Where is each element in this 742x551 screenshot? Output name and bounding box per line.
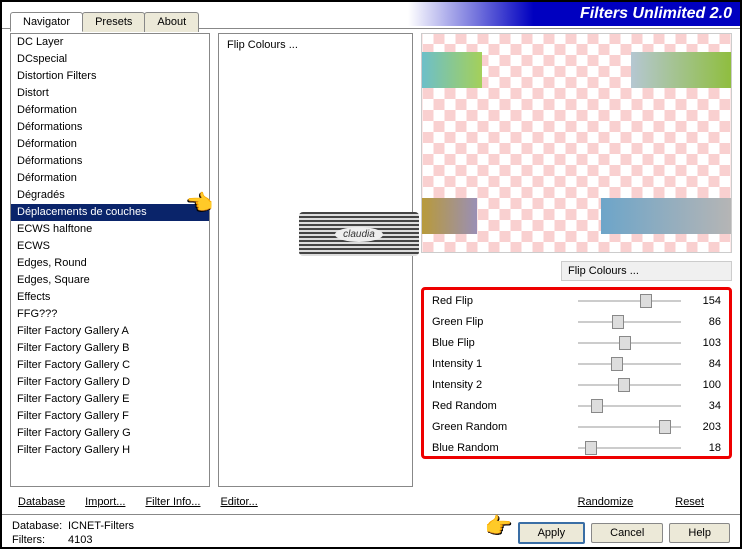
param-slider[interactable] xyxy=(578,342,681,344)
db-label: Database: xyxy=(12,519,68,533)
watermark-stamp: claudia xyxy=(299,212,419,256)
nav-item[interactable]: Edges, Square xyxy=(11,272,209,289)
help-button[interactable]: Help xyxy=(669,523,730,543)
preview-swatch xyxy=(631,52,731,88)
filters-value: 4103 xyxy=(68,534,92,546)
tab-navigator[interactable]: Navigator xyxy=(10,12,83,32)
nav-item[interactable]: Déformation xyxy=(11,136,209,153)
param-value: 86 xyxy=(687,316,721,328)
import-button[interactable]: Import... xyxy=(79,496,131,508)
param-row: Red Flip 154 xyxy=(424,290,729,311)
param-row: Blue Flip 103 xyxy=(424,332,729,353)
nav-item[interactable]: Déformation xyxy=(11,170,209,187)
param-value: 154 xyxy=(687,295,721,307)
nav-item[interactable]: DCspecial xyxy=(11,51,209,68)
param-row: Red Random 34 xyxy=(424,395,729,416)
nav-item[interactable]: FFG??? xyxy=(11,306,209,323)
nav-item[interactable]: Déformations xyxy=(11,153,209,170)
param-slider[interactable] xyxy=(578,384,681,386)
nav-item[interactable]: Effects xyxy=(11,289,209,306)
param-value: 84 xyxy=(687,358,721,370)
effect-name-label: Flip Colours ... xyxy=(561,261,732,281)
filters-label: Filters: xyxy=(12,533,68,547)
footer-info: Database:ICNET-Filters Filters:4103 xyxy=(12,519,134,547)
db-value: ICNET-Filters xyxy=(68,520,134,532)
param-value: 34 xyxy=(687,400,721,412)
nav-item[interactable]: Edges, Round xyxy=(11,255,209,272)
nav-item[interactable]: Filter Factory Gallery H xyxy=(11,442,209,459)
toolbar-row: Database Import... Filter Info... Editor… xyxy=(2,490,740,514)
param-label: Intensity 2 xyxy=(432,379,572,391)
nav-item[interactable]: Distortion Filters xyxy=(11,68,209,85)
nav-item[interactable]: Filter Factory Gallery A xyxy=(11,323,209,340)
param-slider[interactable] xyxy=(578,321,681,323)
param-value: 203 xyxy=(687,421,721,433)
nav-item[interactable]: Déformation xyxy=(11,102,209,119)
nav-item[interactable]: Déformations xyxy=(11,119,209,136)
nav-item[interactable]: Filter Factory Gallery D xyxy=(11,374,209,391)
param-label: Blue Random xyxy=(432,442,572,454)
preview-swatch xyxy=(422,198,477,234)
filter-list-item[interactable]: Flip Colours ... xyxy=(223,38,408,52)
param-row: Intensity 2 100 xyxy=(424,374,729,395)
nav-item[interactable]: Filter Factory Gallery C xyxy=(11,357,209,374)
pointer-hand-icon: 👉 xyxy=(485,513,512,539)
param-slider[interactable] xyxy=(578,363,681,365)
param-value: 18 xyxy=(687,442,721,454)
param-label: Intensity 1 xyxy=(432,358,572,370)
param-label: Green Random xyxy=(432,421,572,433)
tab-presets[interactable]: Presets xyxy=(82,12,145,32)
nav-item[interactable]: Filter Factory Gallery F xyxy=(11,408,209,425)
app-title: Filters Unlimited 2.0 xyxy=(580,5,732,23)
pointer-hand-icon: 👉 xyxy=(187,190,214,216)
nav-item[interactable]: Filter Factory Gallery E xyxy=(11,391,209,408)
param-row: Green Random 203 xyxy=(424,416,729,437)
nav-item[interactable]: Dégradés xyxy=(11,187,209,204)
param-row: Green Flip 86 xyxy=(424,311,729,332)
reset-button[interactable]: Reset xyxy=(669,496,710,508)
navigator-list[interactable]: DC LayerDCspecialDistortion FiltersDisto… xyxy=(10,33,210,487)
param-label: Red Flip xyxy=(432,295,572,307)
param-value: 100 xyxy=(687,379,721,391)
nav-item[interactable]: ECWS halftone xyxy=(11,221,209,238)
database-button[interactable]: Database xyxy=(12,496,71,508)
tabs: Navigator Presets About xyxy=(10,12,198,32)
main-area: DC LayerDCspecialDistortion FiltersDisto… xyxy=(2,28,740,490)
param-row: Intensity 1 84 xyxy=(424,353,729,374)
param-label: Green Flip xyxy=(432,316,572,328)
apply-button[interactable]: Apply xyxy=(518,522,586,544)
param-slider[interactable] xyxy=(578,426,681,428)
param-value: 103 xyxy=(687,337,721,349)
filter-info-button[interactable]: Filter Info... xyxy=(139,496,206,508)
nav-item[interactable]: Filter Factory Gallery B xyxy=(11,340,209,357)
footer-buttons: Apply Cancel Help xyxy=(518,522,730,544)
right-panel: claudia Flip Colours ... Red Flip154Gree… xyxy=(421,33,732,490)
nav-item[interactable]: DC Layer xyxy=(11,34,209,51)
nav-item[interactable]: Filter Factory Gallery G xyxy=(11,425,209,442)
preview-swatch xyxy=(422,52,482,88)
parameters-box: Red Flip 154 Green Flip 86 Blue Flip 103 Inten… xyxy=(421,287,732,459)
filter-list[interactable]: Flip Colours ... xyxy=(218,33,413,487)
editor-button[interactable]: Editor... xyxy=(214,496,263,508)
nav-item[interactable]: ECWS xyxy=(11,238,209,255)
preview-swatch xyxy=(601,198,731,234)
param-label: Red Random xyxy=(432,400,572,412)
tab-about[interactable]: About xyxy=(144,12,199,32)
param-slider[interactable] xyxy=(578,447,681,449)
cancel-button[interactable]: Cancel xyxy=(591,523,663,543)
param-slider[interactable] xyxy=(578,405,681,407)
footer: Database:ICNET-Filters Filters:4103 Appl… xyxy=(2,514,740,551)
param-slider[interactable] xyxy=(578,300,681,302)
preview-area xyxy=(421,33,732,253)
randomize-button[interactable]: Randomize xyxy=(572,496,640,508)
param-label: Blue Flip xyxy=(432,337,572,349)
nav-item[interactable]: Distort xyxy=(11,85,209,102)
param-row: Blue Random 18 xyxy=(424,437,729,458)
nav-item[interactable]: Déplacements de couches xyxy=(11,204,209,221)
